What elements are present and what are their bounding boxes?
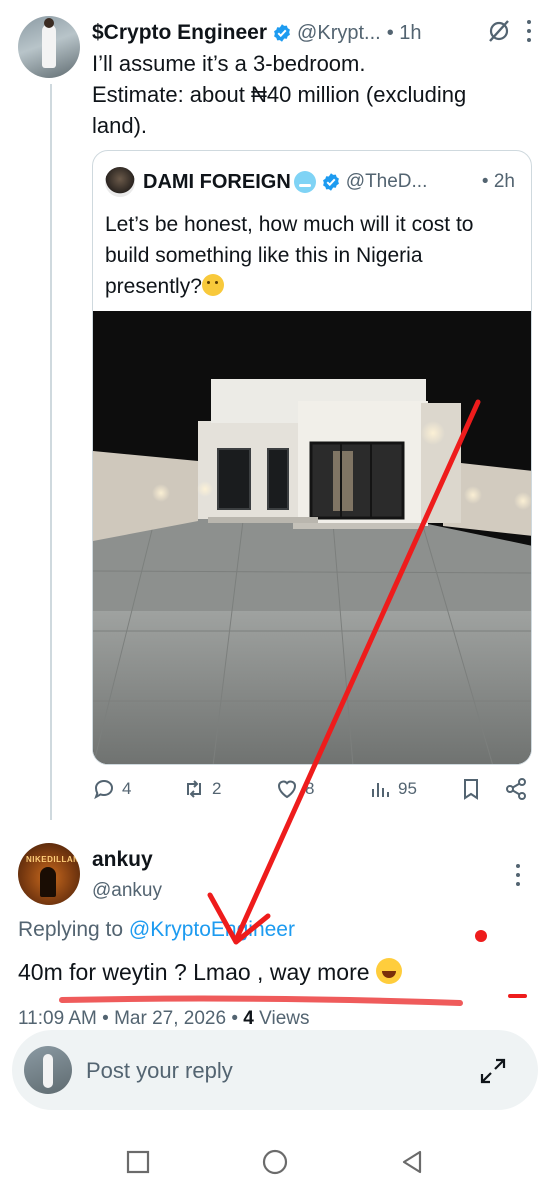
back-triangle-icon[interactable] (398, 1148, 426, 1176)
laughing-emoji-icon (375, 958, 402, 984)
expand-icon[interactable] (478, 1056, 508, 1086)
house-photo[interactable] (93, 311, 532, 765)
reply-author-avatar[interactable]: NIKEDILLAN (18, 843, 80, 905)
reply-view-count: 4 (243, 1008, 254, 1029)
repost-icon (187, 780, 201, 798)
reply-composer[interactable] (12, 1030, 538, 1110)
quote-text-body: Let’s be honest, how much will it cost t… (105, 213, 474, 298)
quote-author-avatar (105, 167, 135, 197)
reply-date: Mar 27, 2026 (114, 1008, 227, 1029)
reply-views-label: Views (259, 1008, 310, 1029)
share-icon (506, 778, 526, 800)
thread-line (50, 84, 52, 820)
like-count: 8 (305, 779, 315, 798)
annotation-dot (475, 930, 487, 942)
tweet-text: I’ll assume it’s a 3-bedroom. Estimate: … (92, 51, 467, 138)
grok-icon[interactable] (486, 18, 512, 44)
reply-text: 40m for weytin ? Lmao , way more (18, 958, 402, 986)
verified-badge-icon (322, 173, 339, 191)
views-action[interactable]: 95 (368, 777, 417, 801)
avatar-logo-text: NIKEDILLAN (26, 855, 80, 864)
quote-author-handle: @TheD... (345, 171, 428, 192)
quote-header: DAMI FOREIGN @TheD... • 2h (105, 167, 525, 197)
quoted-tweet-card[interactable]: DAMI FOREIGN @TheD... • 2h Let’s be hone… (92, 150, 532, 765)
view-count: 95 (398, 779, 417, 798)
bookmark-icon (464, 779, 478, 800)
verified-badge-icon (274, 24, 290, 42)
quote-author-name: DAMI FOREIGN (143, 170, 291, 193)
cold-face-emoji-icon (293, 171, 316, 193)
reply-icon (94, 779, 114, 800)
reply-author-name[interactable]: ankuy (92, 848, 153, 872)
replying-to-label: Replying to (18, 918, 129, 941)
annotation-underline (59, 995, 463, 1006)
author-avatar[interactable] (18, 16, 80, 78)
thinking-face-emoji-icon (201, 274, 224, 296)
more-options-icon[interactable] (526, 20, 532, 42)
replying-to-mention[interactable]: @KryptoEngineer (129, 918, 295, 941)
home-circle-icon[interactable] (261, 1148, 289, 1176)
author-handle[interactable]: @Krypt... (297, 22, 381, 45)
quote-text: Let’s be honest, how much will it cost t… (105, 209, 520, 302)
reply-author-handle[interactable]: @ankuy (92, 880, 162, 902)
reply-more-options-icon[interactable] (515, 864, 521, 886)
heart-icon (277, 780, 297, 799)
reply-action[interactable]: 4 (92, 777, 131, 801)
reply-input[interactable] (86, 1058, 446, 1084)
views-chart-icon (372, 783, 389, 797)
reply-time: 11:09 AM (18, 1008, 97, 1029)
recents-square-icon[interactable] (124, 1148, 152, 1176)
author-name[interactable]: $Crypto Engineer (92, 21, 267, 45)
quote-time: • 2h (481, 171, 515, 192)
tweet-time: • 1h (386, 21, 422, 44)
like-action[interactable]: 8 (275, 777, 314, 801)
system-nav-bar (0, 1120, 550, 1199)
reply-meta: 11:09 AM • Mar 27, 2026 • 4 Views (18, 1008, 310, 1029)
share-action[interactable] (504, 777, 528, 801)
replying-to-line: Replying to @KryptoEngineer (18, 918, 295, 942)
repost-count: 2 (212, 779, 222, 798)
bookmark-action[interactable] (459, 777, 483, 801)
composer-avatar (24, 1046, 72, 1094)
reply-text-body: 40m for weytin ? Lmao , way more (18, 959, 376, 985)
tweet-header: $Crypto Engineer @Krypt... • 1h (92, 18, 532, 48)
repost-action[interactable]: 2 (182, 777, 221, 801)
reply-count: 4 (122, 779, 132, 798)
tweet-action-bar: 4 2 8 95 (92, 777, 532, 813)
